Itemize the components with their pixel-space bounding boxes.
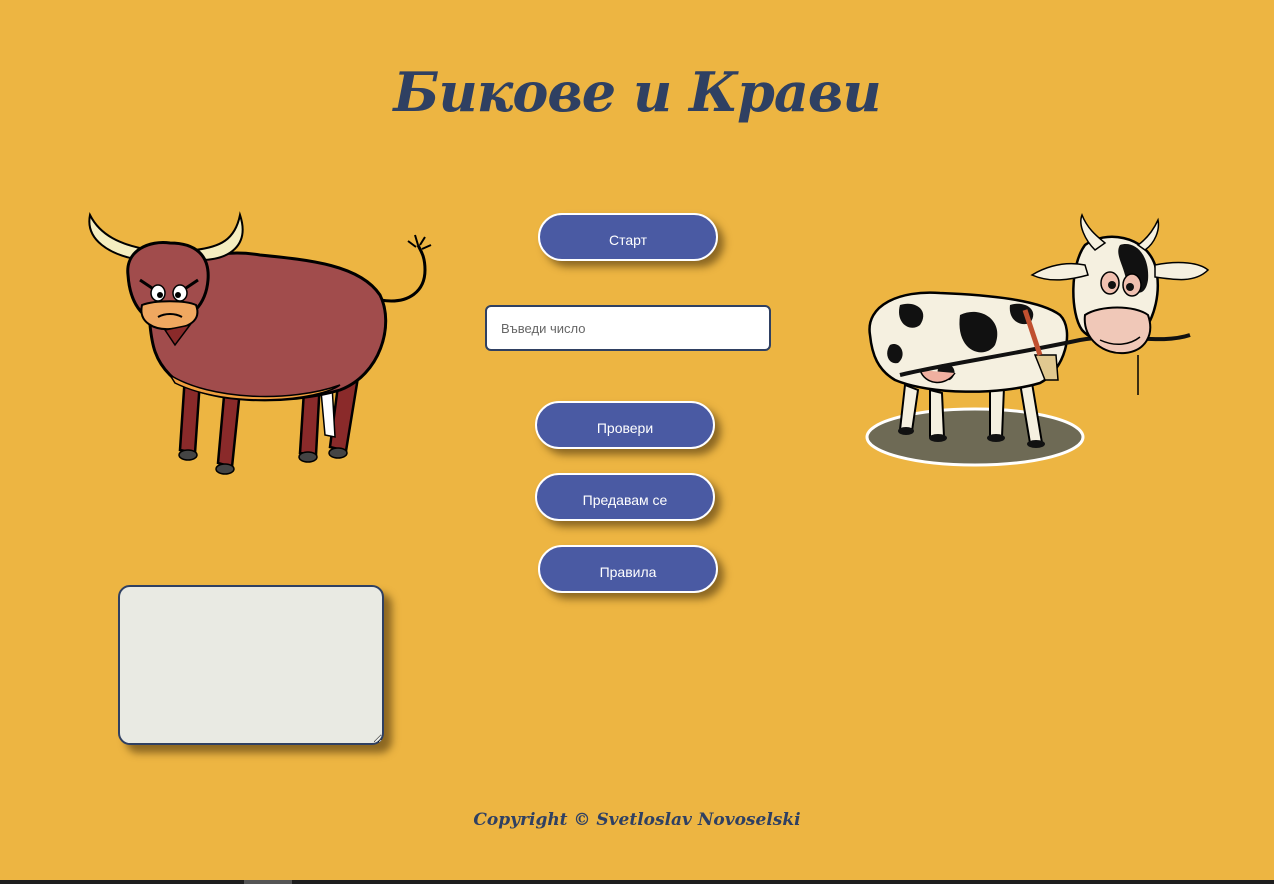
cow-illustration: [865, 212, 1210, 467]
give-up-button[interactable]: Предавам се: [535, 473, 715, 521]
start-button[interactable]: Старт: [538, 213, 718, 261]
copyright-footer: Copyright © Svetloslav Novoselski: [473, 810, 801, 830]
scrollbar-thumb[interactable]: [244, 880, 292, 884]
number-input[interactable]: [485, 305, 771, 351]
rules-button[interactable]: Правила: [538, 545, 718, 593]
horizontal-scrollbar[interactable]: [0, 880, 1274, 884]
results-textarea[interactable]: [118, 585, 384, 745]
bull-illustration: [88, 211, 432, 475]
page-title: Бикове и Крави: [393, 60, 881, 124]
game-page: Бикове и Крави Старт Въведи число Провер…: [0, 0, 1274, 884]
check-button[interactable]: Провери: [535, 401, 715, 449]
